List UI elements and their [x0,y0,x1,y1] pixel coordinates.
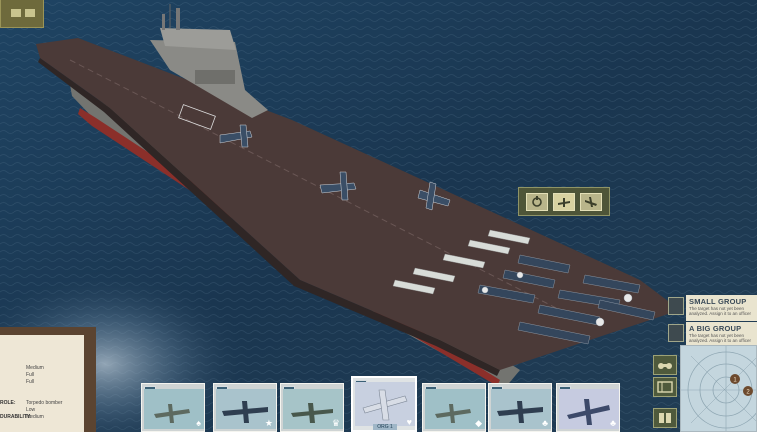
durability-value: Medium [26,414,44,420]
squadron-mark: ◆ [475,418,482,428]
stat-value: Full [26,379,35,385]
squadron-mark: ♛ [331,418,340,428]
group-icon [668,297,684,315]
binoculars-button[interactable] [653,355,677,375]
menu-icon [11,9,35,17]
squadron-mark: ♠ [196,418,201,428]
group-icon [668,324,684,342]
map-icon [657,381,673,393]
squadron-card[interactable]: ♣ [556,383,620,432]
group-card-body: SMALL GROUP The target has not yet been … [686,295,757,321]
group-description: The target has not yet been analyzed. As… [689,306,751,316]
radar-minimap[interactable]: 1 2 [680,345,757,432]
map-view-button[interactable] [653,377,677,397]
stat-value: Low [26,407,36,413]
game-scene[interactable] [0,0,757,432]
repair-button[interactable] [525,192,548,211]
squadron-card[interactable]: ♛ [280,383,344,432]
corner-menu-button[interactable] [0,0,44,28]
squadron-mark: ♣ [542,418,548,428]
squadron-card[interactable]: ♣ [488,383,552,432]
squadron-mark: ♣ [610,418,616,428]
role-value: Torpedo bomber [26,400,63,406]
land-plane-icon [585,196,598,207]
carrier-action-bar [518,187,610,216]
squadron-card[interactable]: ◆ [422,383,486,432]
squadron-info-clipboard: Medium Full Full ROLE: Torpedo bomber Lo… [0,327,96,432]
radar-contact[interactable]: 2 [743,386,753,396]
group-description: The target has not yet been analyzed. As… [689,333,751,343]
squadron-card-selected[interactable]: ♥ ORG 1 [351,376,417,432]
group-card-small[interactable]: SMALL GROUP The target has not yet been … [668,295,757,321]
binoculars-icon [658,363,672,369]
squadron-mark: ♥ [406,417,412,427]
radar-display: 1 2 [681,346,756,431]
radar-contact[interactable]: 1 [730,374,740,384]
logbook-button[interactable] [653,408,677,428]
plane-thumbnail [144,389,204,429]
squadron-mark: ★ [264,418,273,428]
squadron-card[interactable]: ♠ [141,383,205,432]
selected-squadron-label: ORG 1 [373,424,397,430]
group-title: A BIG GROUP [689,324,742,333]
land-plane-button[interactable] [580,192,603,211]
launch-plane-icon [557,197,570,207]
book-icon [659,413,671,423]
group-title: SMALL GROUP [689,297,747,306]
role-label: ROLE: [0,400,16,406]
squadron-card[interactable]: ★ [213,383,277,432]
repair-icon [531,195,542,207]
launch-plane-button[interactable] [552,192,575,211]
clipboard-paper: Medium Full Full ROLE: Torpedo bomber Lo… [0,335,84,432]
stat-value: Full [26,372,35,378]
stat-value: Medium [26,365,44,371]
